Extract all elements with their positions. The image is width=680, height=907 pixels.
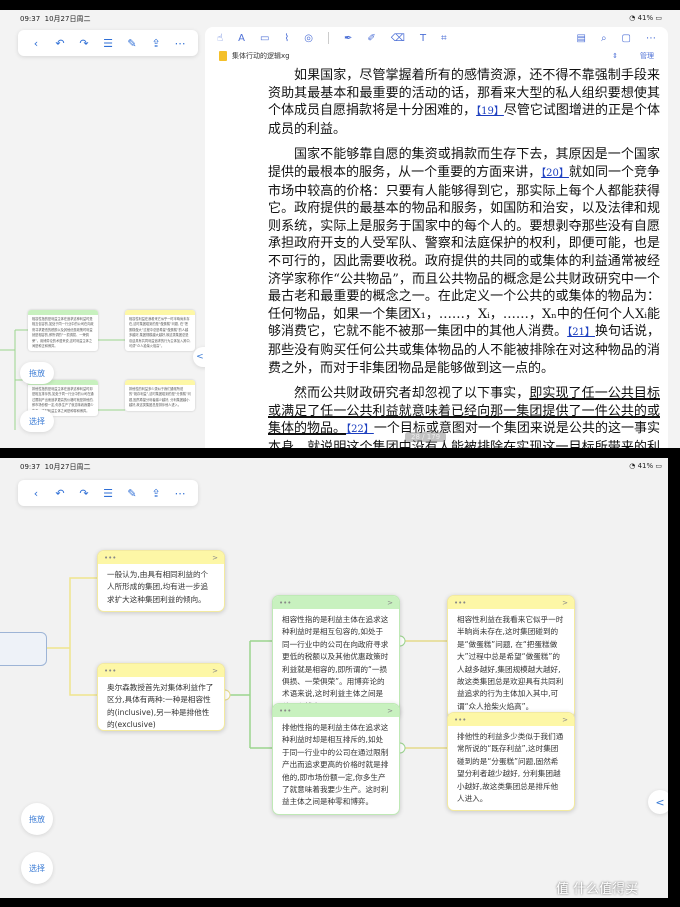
file-name: 集体行动的逻辑xg [232,52,290,60]
pointer-icon[interactable]: ☝ [217,33,223,44]
text-select-icon[interactable]: A [238,33,245,44]
document-text: 如果国家，尽管掌握着所有的感情资源，还不得不靠强制手段来资助其最基本和最重要的活… [268,67,660,448]
top-screenshot: 09:37 10月27日周二 ◔ 41% ▭ ‹ ↶ ↷ ☰ ✎ ⇪ ⋯ 相容性指的是利益主… [0,10,680,448]
mini-node[interactable]: 排他性的利益多少类似于我们通常所说的“既存利益”,这时集团碰到的是“分蛋糕”问题… [125,380,195,411]
paragraph: 然而公共财政研究者却忽视了以下事实，即实现了任一公共目标或满足了任一公共利益就意… [268,386,660,448]
mini-node[interactable]: 相容性指的是利益主体在追求这种利益时是相互包容的,如处于同一行业中的公司在向政府… [28,310,98,352]
select-button[interactable]: 选择 [21,852,53,884]
root-node[interactable] [0,632,47,666]
chevron-right-icon[interactable]: > [212,667,218,675]
paragraph: 如果国家，尽管掌握着所有的感情资源，还不得不靠强制手段来资助其最基本和最重要的活… [268,68,660,137]
pen-icon[interactable]: ✒ [344,33,352,44]
footnote-link[interactable]: 【20】 [541,168,569,179]
eraser-icon[interactable]: ⌫ [391,33,405,44]
chevron-right-icon[interactable]: > [562,599,568,607]
ocr-icon[interactable]: ⌗ [441,33,447,44]
doc-tab[interactable]: 集体行动的逻辑xg ⇕ 管理 [205,49,668,63]
drag-button[interactable]: 拖放 [21,803,53,835]
document-panel: ☝ A ▭ ⌇ ◎ ✒ ✐ ⌫ T ⌗ ▤ ⌕ ▢ ⋯ 集体行动的逻辑xg ⇕ 管理 如果国家，尽管掌握着… [205,27,668,448]
chevron-right-icon[interactable]: > [387,599,393,607]
lasso-icon[interactable]: ⌇ [284,33,289,44]
doc-toolbar: ☝ A ▭ ⌇ ◎ ✒ ✐ ⌫ T ⌗ ▤ ⌕ ▢ ⋯ [205,27,668,49]
mindmap-node[interactable]: ••• > 排他性的利益多少类似于我们通常所说的“既存利益”,这时集团碰到的是“分蛋… [447,712,575,812]
chevron-right-icon[interactable]: > [562,716,568,724]
mindmap-node[interactable]: ••• > 奥尔森教授首先对集体利益作了区分,具体有两种:一种是相容性的(inclu… [97,663,225,731]
mini-node[interactable]: 相容性利益在我看来它似乎一时半晌尚未存在,这时集团碰到的是“做蛋糕”问题, 在“… [125,310,195,352]
footnote-link[interactable]: 【22】 [346,424,374,435]
footnote-link[interactable]: 【21】 [567,327,595,338]
page-indicator: 28 / 179 [405,432,447,442]
search-icon[interactable]: ⌕ [601,33,607,44]
chevron-right-icon[interactable]: > [212,554,218,562]
screen-edge [668,458,680,898]
chevron-right-icon[interactable]: > [387,707,393,715]
document-icon[interactable]: ▤ [576,33,585,44]
manage-button[interactable]: 管理 [640,51,654,61]
mindmap-node[interactable]: ••• > 相容性指的是利益主体在追求这种利益时是相互包容的,如处于同一行业中的公司… [272,595,400,720]
file-icon [219,51,227,61]
select-button[interactable]: 选择 [20,410,54,432]
footnote-link[interactable]: 【19】 [476,106,504,117]
highlighter-icon[interactable]: ✐ [367,33,375,44]
mindmap-node[interactable]: ••• > 相容性利益在我看来它似乎一时半晌尚未存在,这时集团碰到的是“做蛋糕”问题… [447,595,575,720]
more-icon[interactable]: ⋯ [646,33,656,44]
status-battery: ◔ 41% ▭ [629,14,662,22]
mindmap-node[interactable]: ••• > 一般认为,由具有相同利益的个人所形成的集团,均有进一步追求扩大这种集团利… [97,550,225,613]
watermark: 值 什么值得买 [556,882,639,897]
sort-icon[interactable]: ⇕ [612,52,618,60]
paragraph: 国家不能够靠自愿的集资或捐款而生存下去，其原因是一个国家提供的最根本的服务，从一… [268,147,660,376]
bottom-screenshot: 09:37 10月27日周二 ◔ 41% ▭ ‹ ↶ ↷ ☰ ✎ ⇪ ⋯ ••• > 一般认为,… [0,458,680,898]
rect-select-icon[interactable]: ▭ [260,33,269,44]
mindmap-node[interactable]: ••• > 排他性指的是利益主体在追求这种利益时却是相互排斥的,如处于同一行业中的公… [272,703,400,815]
drag-button[interactable]: 拖放 [20,362,54,384]
textbox-icon[interactable]: T [420,33,426,44]
shape-icon[interactable]: ◎ [304,33,313,44]
bookmark-icon[interactable]: ▢ [622,33,631,44]
